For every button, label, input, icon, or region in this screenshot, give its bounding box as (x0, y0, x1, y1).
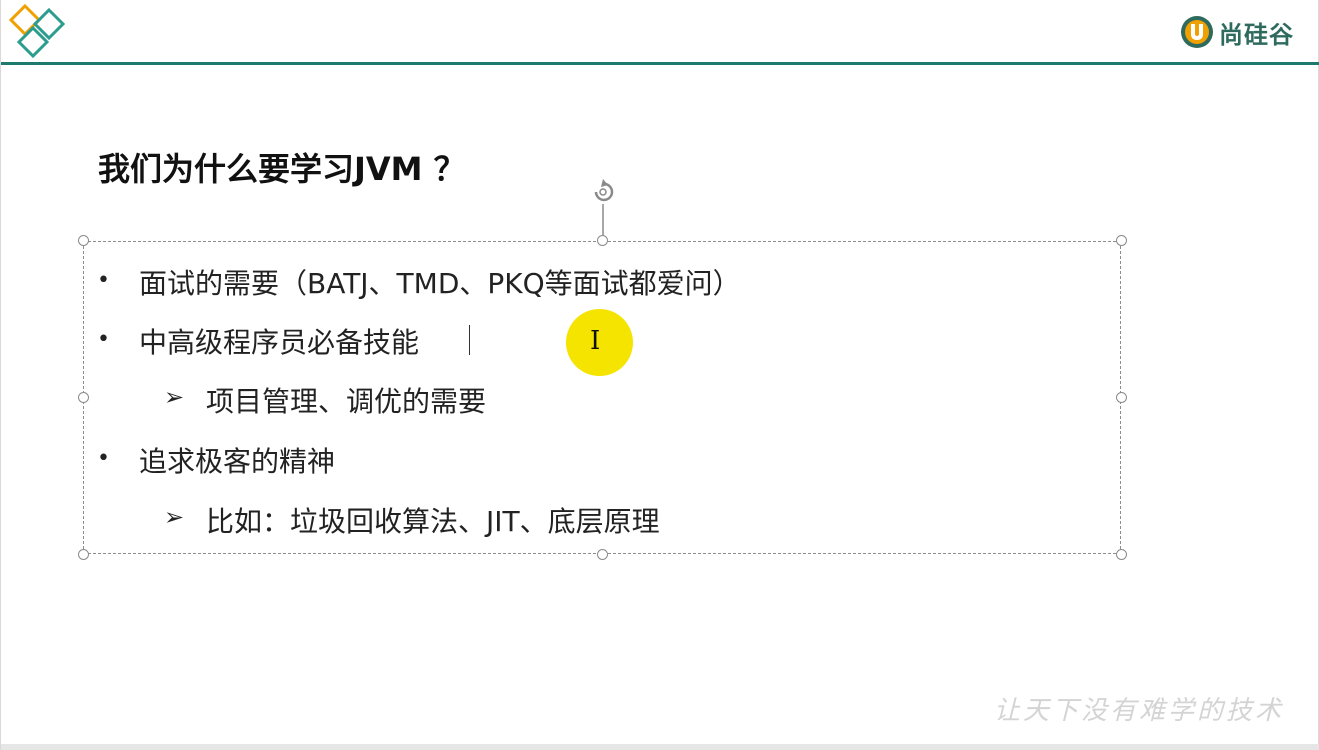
list-item: 面试的需要（BATJ、TMD、PKQ等面试都爱问） (139, 267, 741, 300)
brand-logo: 尚硅谷 (1179, 14, 1294, 50)
text-cursor-icon: I (590, 326, 601, 356)
resize-handle-bottom[interactable] (597, 549, 608, 560)
resize-handle-bottom-right[interactable] (1116, 549, 1127, 560)
header-divider (1, 62, 1319, 65)
list-item: 项目管理、调优的需要 (206, 385, 487, 418)
diamond-logo-icon (8, 3, 66, 59)
list-item: 追求极客的精神 (139, 445, 336, 478)
bottom-border (1, 744, 1319, 750)
slide-title[interactable]: 我们为什么要学习JVM ？ (98, 144, 466, 190)
list-item: 比如：垃圾回收算法、JIT、底层原理 (206, 505, 660, 538)
resize-handle-left[interactable] (78, 392, 89, 403)
bullet-icon: • (97, 327, 110, 352)
sub-bullet-icon: ➢ (164, 503, 185, 531)
bullet-icon: • (97, 446, 110, 471)
bullet-icon: • (97, 268, 110, 293)
resize-handle-top[interactable] (597, 235, 608, 246)
sub-bullet-icon: ➢ (164, 383, 185, 411)
resize-handle-top-right[interactable] (1116, 235, 1127, 246)
slide: 尚硅谷 我们为什么要学习JVM ？ • 面试的需要（BATJ、TMD、PKQ等面… (0, 0, 1319, 750)
resize-handle-bottom-left[interactable] (78, 549, 89, 560)
rotate-handle-icon[interactable] (586, 176, 620, 240)
text-caret (469, 325, 470, 355)
watermark: 让天下没有难学的技术 (993, 696, 1284, 726)
u-logo-icon (1181, 16, 1213, 48)
brand-name: 尚硅谷 (1219, 20, 1294, 49)
resize-handle-right[interactable] (1116, 392, 1127, 403)
list-item: 中高级程序员必备技能 (139, 326, 420, 359)
resize-handle-top-left[interactable] (78, 235, 89, 246)
